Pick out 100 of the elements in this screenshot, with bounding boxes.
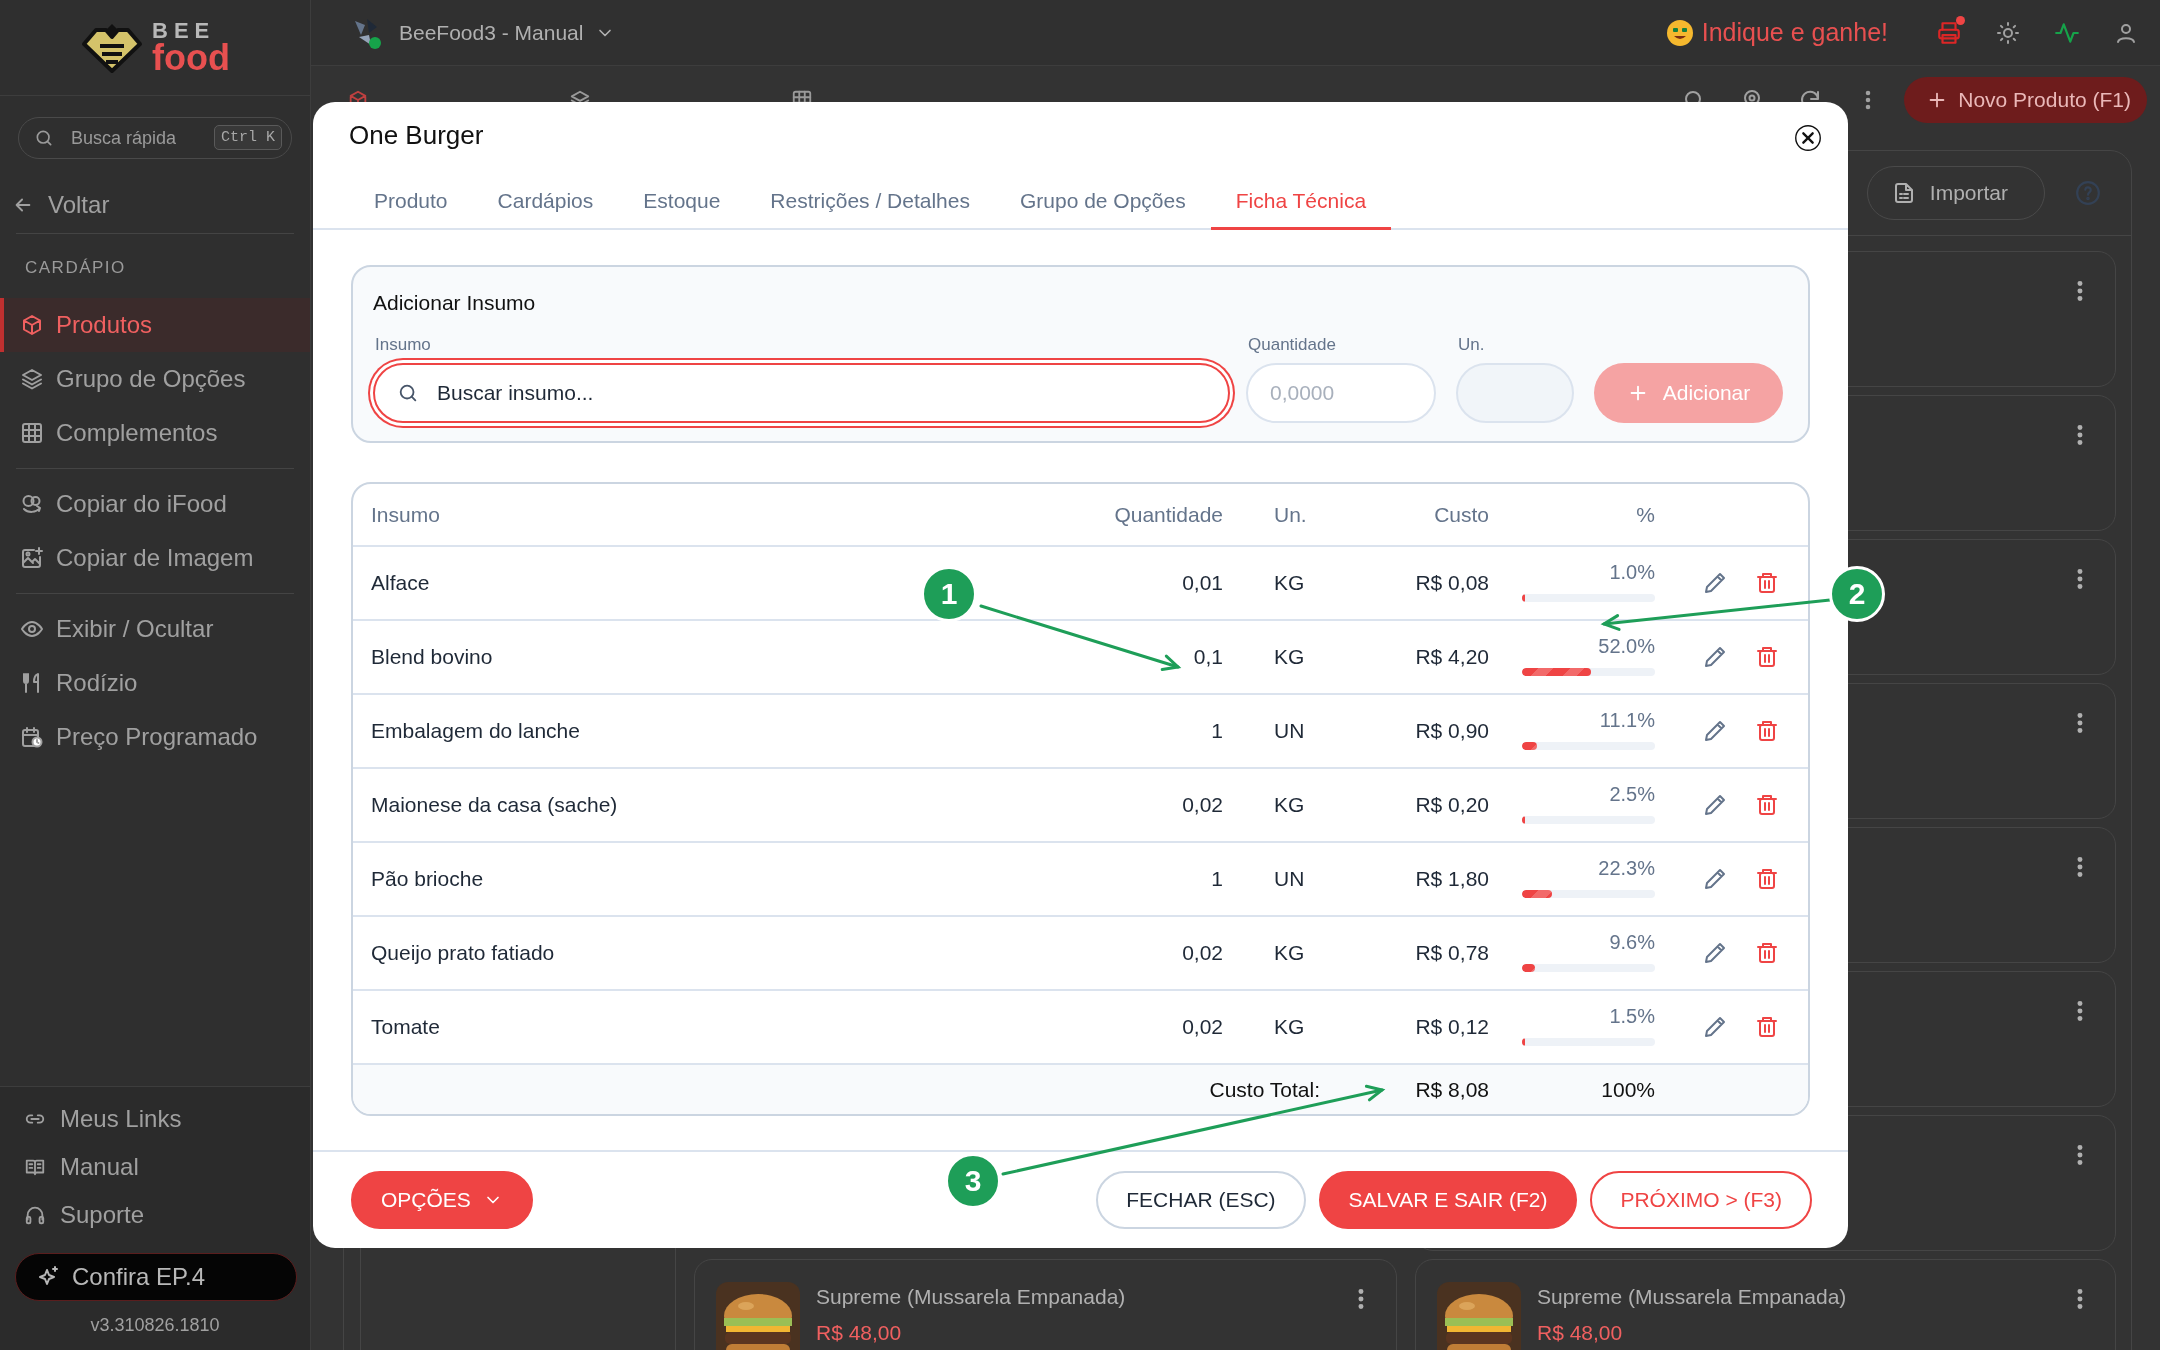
logo-text: food [152,39,230,76]
sun-icon[interactable] [1996,20,2020,45]
edit-button[interactable] [1703,719,1727,743]
circles-icon [20,492,44,516]
table-cell-text: KG [1273,1015,1305,1039]
product-name: Supreme (Mussarela Empanada) [816,1285,1126,1309]
trash-icon [1755,719,1779,743]
sidebar-item[interactable]: Produtos [0,298,310,352]
trash-icon [1755,571,1779,595]
column-header: Insumo [371,502,440,527]
promo-button[interactable]: Confira EP.4 [15,1253,297,1301]
table-cell: 0,1 [1193,645,1223,669]
sidebar-item[interactable]: Exibir / Ocultar [0,602,310,656]
table-cell: R$ 1,80 [1415,867,1489,891]
product-card[interactable]: Supreme (Mussarela Empanada) R$ 48,00 [1415,1259,2116,1350]
field-label: Insumo [374,335,432,355]
table-cell-text: UN [1273,867,1305,891]
field-label: Un. [1457,335,1486,355]
grid-icon [20,421,44,445]
table-cell: 0,01 [1182,571,1223,595]
delete-button[interactable] [1755,941,1779,965]
modal-title: One Burger [349,120,484,150]
delete-button[interactable] [1755,867,1779,891]
product-price: R$ 48,00 [1537,1321,1623,1345]
table-cell: R$ 0,20 [1415,793,1489,817]
edit-button[interactable] [1703,793,1727,817]
pencil-icon [1703,941,1727,965]
sidebar-item[interactable]: Preço Programado [0,710,310,764]
image-plus-icon [20,546,44,570]
headphones-icon [24,1204,46,1226]
trash-icon [1755,1015,1779,1039]
workspace-selector[interactable]: BeeFood3 - Manual [399,20,616,45]
edit-button[interactable] [1703,941,1727,965]
sidebar-link[interactable]: Suporte [0,1191,310,1239]
table-cell: R$ 4,20 [1415,645,1489,669]
percent-text: 9.6% [1608,930,1655,954]
edit-button[interactable] [1703,1015,1727,1039]
table-cell: Embalagem do lanche [371,719,580,743]
sidebar-item[interactable]: Complementos [0,406,310,460]
modal-tab[interactable]: Restrições / Detalhes [745,176,995,230]
column-header: Quantidade [1114,502,1223,527]
sidebar-item[interactable]: Grupo de Opções [0,352,310,406]
back-link[interactable]: Voltar [12,185,310,225]
pencil-icon [1703,645,1727,669]
field-label: Quantidade [1247,335,1337,355]
table-cell: 1 [1211,719,1223,743]
column-header: % [1636,502,1655,527]
modal-tab[interactable]: Ficha Técnica [1210,176,1392,230]
table-cell: R$ 0,90 [1415,719,1489,743]
sidebar-item[interactable]: Rodízio [0,656,310,710]
table-cell-text: KG [1273,645,1305,669]
search-icon [34,128,54,148]
delete-button[interactable] [1755,719,1779,743]
table-cell: 1 [1211,867,1223,891]
modal-tab[interactable]: Grupo de Opções [994,176,1211,230]
table-cell-text: KG [1273,941,1305,965]
percent-text: 2.5% [1608,782,1655,806]
delete-button[interactable] [1755,645,1779,669]
logo-icon [80,21,144,74]
close-icon[interactable] [1794,124,1822,152]
printer-icon [1936,19,1962,46]
edit-button[interactable] [1703,867,1727,891]
table-cell: Tomate [371,1015,440,1039]
sidebar-link[interactable]: Manual [0,1143,310,1191]
close-button[interactable]: FECHAR (ESC) [1096,1171,1306,1229]
delete-button[interactable] [1755,793,1779,817]
percent-text: 1.5% [1608,1004,1655,1028]
save-button[interactable]: SALVAR E SAIR (F2) [1318,1171,1578,1229]
edit-button[interactable] [1703,645,1727,669]
modal-tab[interactable]: Cardápios [472,176,619,230]
next-button[interactable]: PRÓXIMO > (F3) [1590,1171,1812,1229]
calendar-clock-icon [20,725,44,749]
notification-dot [1956,15,1965,25]
product-name: Supreme (Mussarela Empanada) [1537,1285,1847,1309]
modal-tab[interactable]: Produto [349,176,473,230]
pencil-icon [1703,867,1727,891]
column-header: Custo [1434,502,1489,527]
unit-field[interactable] [1456,363,1574,423]
product-card[interactable]: Supreme (Mussarela Empanada) R$ 48,00 [694,1259,1397,1350]
new-product-button[interactable]: Novo Produto (F1) [1904,77,2147,123]
delete-button[interactable] [1755,1015,1779,1039]
quantity-field[interactable]: 0,0000 [1246,363,1436,423]
pencil-icon [1703,719,1727,743]
sidebar-item[interactable]: Copiar do iFood [0,477,310,531]
edit-button[interactable] [1703,571,1727,595]
delete-button[interactable] [1755,571,1779,595]
sidebar-link[interactable]: Meus Links [0,1095,310,1143]
modal-tab[interactable]: Estoque [618,176,746,230]
panel-title: Adicionar Insumo [373,291,537,315]
total-percent: 100% [1601,1077,1655,1102]
sidebar-item[interactable]: Copiar de Imagem [0,531,310,585]
ingredient-search-field[interactable]: Buscar insumo... [373,363,1230,423]
total-cost: R$ 8,08 [1415,1077,1489,1102]
emoji-icon [1665,18,1694,47]
referral-link[interactable]: Indique e ganhe! [1665,18,1888,47]
import-button[interactable]: Importar [1866,166,2045,220]
options-button[interactable]: OPÇÕES [351,1171,533,1229]
printer-button[interactable] [1936,19,1962,46]
trash-icon [1755,867,1779,891]
section-heading: CARDÁPIO [25,258,126,278]
